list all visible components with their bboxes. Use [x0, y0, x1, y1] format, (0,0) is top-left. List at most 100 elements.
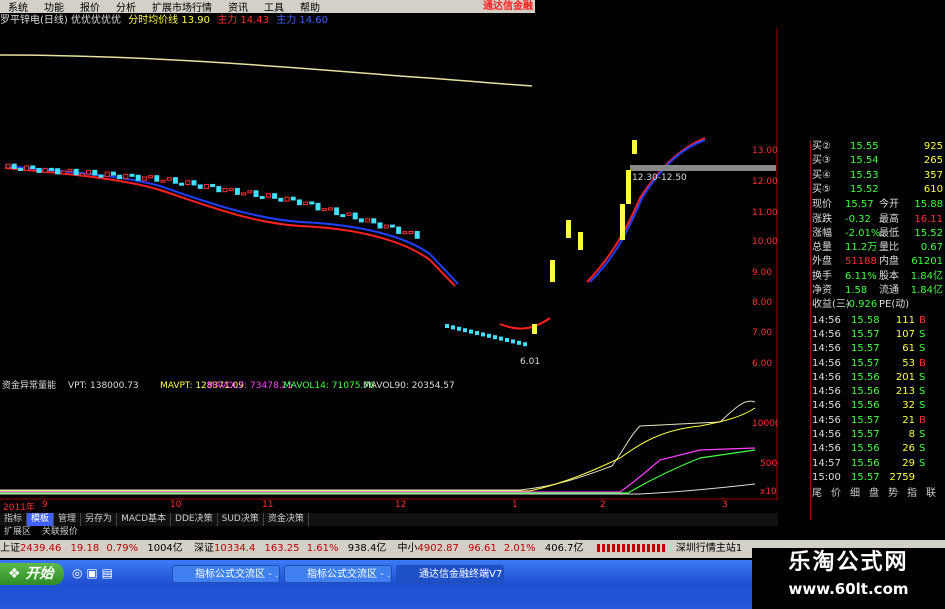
candle [11, 163, 17, 169]
menu-quote[interactable]: 报价 [72, 0, 108, 14]
watermark-url: www.60lt.com [788, 580, 909, 598]
menu-function[interactable]: 功能 [36, 0, 72, 14]
candle [566, 220, 571, 238]
stat-label: 内盘 [879, 256, 899, 268]
menu-ext-market[interactable]: 扩展市场行情 [144, 0, 220, 14]
tick-time: 14:56 [812, 371, 841, 383]
quote-tab[interactable]: 指 [907, 487, 917, 501]
tab-ext-area[interactable]: 扩展区 [0, 527, 35, 537]
media-icon[interactable]: ▣ [86, 566, 97, 580]
vpt-value: VPT: 138000.73 [68, 381, 139, 391]
stat-value: 11.2万 [845, 242, 878, 254]
avg-label: 分时均价线 [128, 15, 179, 26]
stat-value: 51188 [845, 256, 877, 268]
candle [309, 201, 315, 205]
candle [123, 173, 129, 180]
windows-logo-icon: ❖ [8, 566, 21, 582]
stat-row: 涨幅 -2.01% 最低 15.52 [779, 227, 945, 241]
quote-tab[interactable]: 价 [831, 487, 841, 501]
tab-dde[interactable]: DDE决策 [171, 513, 218, 526]
buy-level-row[interactable]: 买② 15.55 925 [779, 140, 945, 154]
price-tick: 6.00 [752, 359, 772, 369]
candle [265, 193, 271, 198]
tick-time: 14:56 [812, 386, 841, 398]
start-button[interactable]: ❖ 开始 [0, 563, 64, 585]
tab-indicator[interactable]: 指标 [0, 513, 28, 526]
tab-macd[interactable]: MACD基本 [117, 513, 172, 526]
candle [321, 208, 327, 212]
desktop-icon[interactable]: ▤ [101, 566, 112, 580]
sub-tab-bar: 扩展区 关联报价 [0, 526, 778, 538]
price-tick: 13.00 [752, 146, 778, 156]
date-tick: 9 [42, 500, 48, 510]
menu-system[interactable]: 系统 [0, 0, 36, 14]
candle [30, 165, 36, 170]
taskbar-item[interactable]: 指标公式交流区 - ... [172, 565, 280, 583]
candle [5, 163, 11, 169]
tick-row: 14:56 15.57 53 B [779, 357, 945, 371]
tick-side: S [919, 429, 926, 440]
menu-analysis[interactable]: 分析 [108, 0, 144, 14]
candle [222, 188, 228, 193]
sh-pct: 0.79% [106, 543, 139, 554]
indicator-tab-bar: 指标 模板 管理 另存为 MACD基本 DDE决策 SUD决策 资金决策 [0, 513, 778, 526]
avg-value: 13.90 [181, 15, 211, 26]
ie-icon[interactable]: ◎ [72, 566, 82, 580]
tick-price: 15.56 [851, 371, 880, 383]
quote-tab[interactable]: 势 [888, 487, 898, 501]
vol-axis-tick: x10 [760, 487, 777, 497]
tick-volume: 201 [895, 371, 915, 383]
tick-volume: 61 [902, 343, 915, 355]
candle [290, 196, 296, 201]
taskbar-item-active[interactable]: 通达信金融终端V7... [396, 565, 504, 583]
candle [487, 333, 491, 338]
tick-side: S [919, 400, 926, 412]
tab-manage[interactable]: 管理 [54, 513, 82, 526]
menu-help[interactable]: 帮助 [292, 0, 328, 14]
tick-price: 15.57 [851, 357, 880, 369]
buy-level-row[interactable]: 买④ 15.53 357 [779, 169, 945, 183]
stat-label: 流通 [879, 285, 899, 296]
sh-amount: 1004亿 [147, 543, 183, 554]
candle [259, 196, 265, 200]
sz-value: 10334.4 [213, 543, 256, 554]
candle [197, 184, 203, 189]
date-tick: 1 [512, 500, 518, 510]
volume-indicator-chart[interactable]: 资金异常量能 VPT: 138000.73 MAVPT: 128371.09 M… [0, 378, 778, 500]
buy-level-row[interactable]: 买③ 15.54 265 [779, 154, 945, 168]
taskbar-item[interactable]: 指标公式交流区 - ... [284, 565, 392, 583]
stat-value: -0.926 [845, 299, 878, 311]
quote-tab[interactable]: 尾 [812, 487, 822, 501]
buy-price: 15.54 [850, 155, 879, 167]
candle [371, 218, 377, 224]
tab-sud[interactable]: SUD决策 [218, 513, 264, 526]
tab-save-as[interactable]: 另存为 [81, 513, 118, 526]
candle [377, 222, 383, 229]
candle [505, 338, 509, 342]
candle [327, 207, 333, 211]
tab-related-quote[interactable]: 关联报价 [38, 527, 82, 537]
quote-tab[interactable]: 盘 [869, 487, 879, 501]
menu-info[interactable]: 资讯 [220, 0, 256, 14]
tab-fund[interactable]: 资金决策 [264, 513, 309, 526]
tick-volume: 2759 [889, 471, 915, 483]
candle [110, 171, 116, 176]
tick-time: 14:56 [812, 443, 841, 455]
kline-chart[interactable]: 12.30-12.50 6.01 13.00 12.00 11.00 10.00… [0, 28, 778, 378]
menu-tools[interactable]: 工具 [256, 0, 292, 14]
stat-value: -0.32 [845, 213, 871, 225]
tab-template[interactable]: 模板 [27, 513, 55, 526]
tick-time: 14:56 [812, 314, 841, 326]
header-note: 优优优优优 [71, 15, 121, 26]
quote-tab[interactable]: 细 [850, 487, 860, 501]
quote-tab[interactable]: 联 [926, 487, 936, 501]
tick-price: 15.57 [851, 471, 880, 483]
tick-volume: 29 [902, 457, 915, 469]
buy-price: 15.52 [850, 183, 879, 195]
candle [148, 175, 154, 179]
buy-level-row[interactable]: 买⑤ 15.52 610 [779, 183, 945, 197]
tick-side: B [919, 414, 926, 426]
candle [191, 180, 197, 186]
date-tick: 12 [395, 500, 407, 510]
buy-price: 15.55 [850, 141, 879, 152]
